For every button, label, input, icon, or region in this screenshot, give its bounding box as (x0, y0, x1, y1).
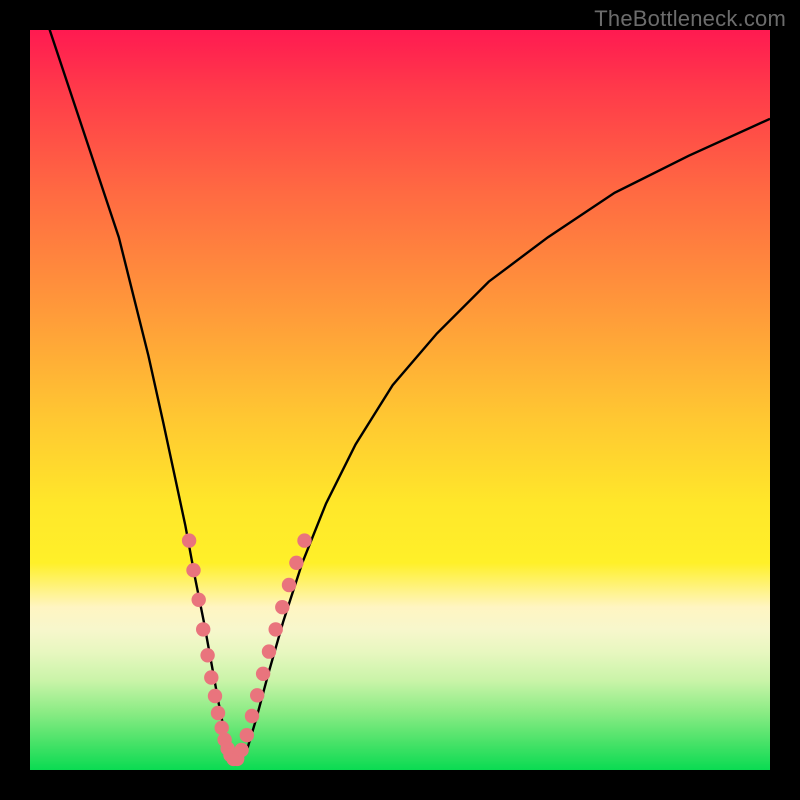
highlighted-point (282, 578, 296, 592)
highlighted-point (245, 709, 259, 723)
highlighted-point (204, 670, 218, 684)
highlighted-point (200, 648, 214, 662)
highlighted-point (297, 533, 311, 547)
highlighted-point (192, 593, 206, 607)
highlighted-point (182, 533, 196, 547)
chart-frame: TheBottleneck.com (0, 0, 800, 800)
highlighted-points-group (182, 533, 312, 766)
highlighted-point (234, 743, 248, 757)
highlighted-point (256, 667, 270, 681)
highlighted-point (240, 728, 254, 742)
highlighted-point (208, 689, 222, 703)
bottleneck-curve (30, 30, 770, 761)
highlighted-point (275, 600, 289, 614)
watermark-text: TheBottleneck.com (594, 6, 786, 32)
highlighted-point (262, 644, 276, 658)
highlighted-point (211, 706, 225, 720)
highlighted-point (289, 556, 303, 570)
chart-plot-area (30, 30, 770, 770)
chart-svg (30, 30, 770, 770)
highlighted-point (269, 622, 283, 636)
highlighted-point (250, 688, 264, 702)
highlighted-point (186, 563, 200, 577)
highlighted-point (196, 622, 210, 636)
